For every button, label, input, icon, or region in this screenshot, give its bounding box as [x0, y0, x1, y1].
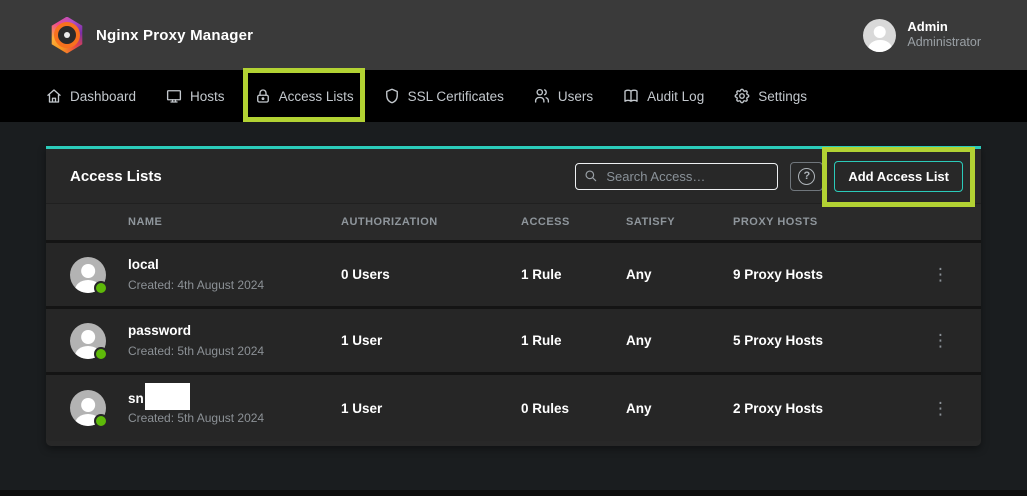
gear-icon: [733, 87, 751, 105]
authorization-value: 1 User: [341, 401, 521, 416]
question-circle-icon: ?: [798, 168, 815, 185]
search-icon: [584, 169, 598, 183]
panel-title: Access Lists: [70, 168, 162, 185]
row-avatar: [70, 257, 106, 293]
add-access-list-button[interactable]: Add Access List: [834, 161, 963, 192]
authorization-value: 0 Users: [341, 267, 521, 282]
access-list-name: local: [128, 255, 264, 275]
column-authorization: Authorization: [341, 216, 521, 228]
search-box: [575, 163, 778, 190]
app-title: Nginx Proxy Manager: [96, 27, 253, 44]
search-input[interactable]: [606, 169, 769, 184]
home-icon: [45, 87, 63, 105]
main-navigation: Dashboard Hosts Access Lists SSL Certifi…: [0, 70, 1027, 122]
access-list-name: password: [128, 321, 264, 341]
book-icon: [622, 87, 640, 105]
authorization-value: 1 User: [341, 333, 521, 348]
bottom-strip: [0, 490, 1027, 496]
column-proxy-hosts: Proxy Hosts: [733, 216, 900, 228]
monitor-icon: [165, 87, 183, 105]
row-menu-kebab-icon[interactable]: ⋮: [924, 396, 957, 421]
nginx-proxy-manager-app: Nginx Proxy Manager Admin Administrator …: [0, 0, 1027, 496]
user-name: Admin: [907, 19, 981, 35]
access-lists-panel: Access Lists ? Add Access List Name Auth…: [46, 146, 981, 446]
user-role: Administrator: [907, 35, 981, 51]
users-icon: [533, 87, 551, 105]
column-access: Access: [521, 216, 626, 228]
nav-item-ssl-certificates[interactable]: SSL Certificates: [383, 70, 504, 122]
row-avatar: [70, 390, 106, 426]
access-value: 1 Rule: [521, 267, 626, 282]
panel-header: Access Lists ? Add Access List: [46, 149, 981, 204]
shield-icon: [383, 87, 401, 105]
help-button[interactable]: ?: [790, 162, 823, 191]
status-online-dot: [94, 414, 108, 428]
nav-item-access-lists[interactable]: Access Lists: [254, 70, 354, 122]
table-header-row: Name Authorization Access Satisfy Proxy …: [46, 204, 981, 243]
status-online-dot: [94, 281, 108, 295]
access-value: 1 Rule: [521, 333, 626, 348]
proxy-hosts-value: 2 Proxy Hosts: [733, 401, 900, 416]
access-list-created: Created: 5th August 2024: [128, 342, 264, 360]
row-avatar: [70, 323, 106, 359]
user-avatar: [863, 19, 896, 52]
row-menu-kebab-icon[interactable]: ⋮: [924, 328, 957, 353]
table-row[interactable]: sn Created: 5th August 2024 1 User 0 Rul…: [46, 375, 981, 441]
access-list-created: Created: 5th August 2024: [128, 409, 264, 427]
proxy-hosts-value: 9 Proxy Hosts: [733, 267, 900, 282]
satisfy-value: Any: [626, 401, 733, 416]
proxy-hosts-value: 5 Proxy Hosts: [733, 333, 900, 348]
nav-item-audit-log[interactable]: Audit Log: [622, 70, 704, 122]
nav-item-dashboard[interactable]: Dashboard: [45, 70, 136, 122]
table-row[interactable]: password Created: 5th August 2024 1 User…: [46, 309, 981, 375]
nav-item-users[interactable]: Users: [533, 70, 593, 122]
top-header-bar: Nginx Proxy Manager Admin Administrator: [0, 0, 1027, 70]
column-name: Name: [70, 216, 162, 228]
nav-item-hosts[interactable]: Hosts: [165, 70, 225, 122]
add-access-list-wrap: Add Access List: [834, 161, 963, 192]
redaction-box: [145, 383, 190, 410]
user-menu[interactable]: Admin Administrator: [863, 19, 981, 52]
row-menu-kebab-icon[interactable]: ⋮: [924, 262, 957, 287]
table-row[interactable]: local Created: 4th August 2024 0 Users 1…: [46, 243, 981, 309]
satisfy-value: Any: [626, 267, 733, 282]
access-list-created: Created: 4th August 2024: [128, 276, 264, 294]
column-satisfy: Satisfy: [626, 216, 733, 228]
app-logo-icon: [50, 17, 84, 54]
lock-icon: [254, 87, 272, 105]
satisfy-value: Any: [626, 333, 733, 348]
access-value: 0 Rules: [521, 401, 626, 416]
nav-item-settings[interactable]: Settings: [733, 70, 807, 122]
status-online-dot: [94, 347, 108, 361]
